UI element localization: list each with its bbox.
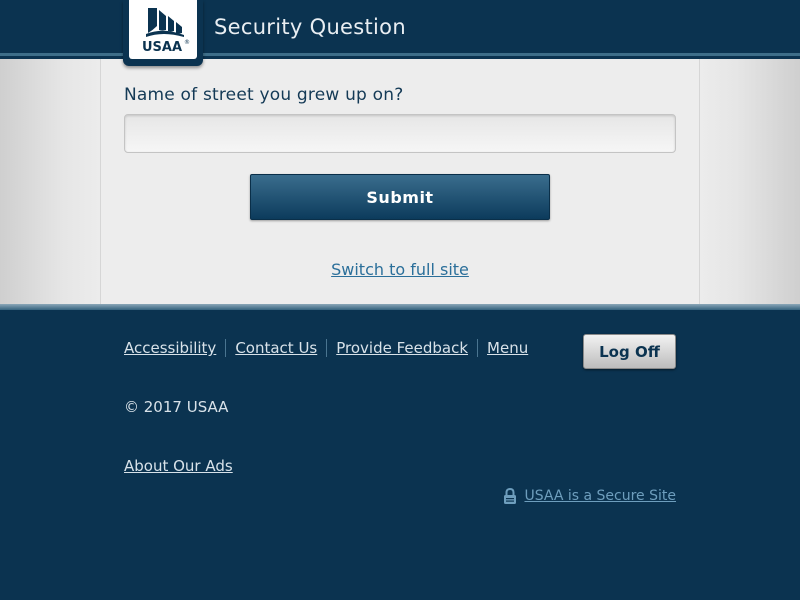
security-question-label: Name of street you grew up on? <box>124 85 404 105</box>
lock-icon <box>503 487 517 505</box>
log-off-button[interactable]: Log Off <box>583 334 676 369</box>
footer-link-provide-feedback[interactable]: Provide Feedback <box>336 339 468 357</box>
site-header: USAA ® Security Question <box>0 0 800 66</box>
page-title: Security Question <box>214 15 406 39</box>
svg-text:®: ® <box>184 39 190 46</box>
secure-site-notice: USAA is a Secure Site <box>503 487 676 505</box>
about-our-ads-link[interactable]: About Our Ads <box>124 457 233 475</box>
logo-badge: USAA ® <box>129 0 197 59</box>
footer-link-contact-us[interactable]: Contact Us <box>235 339 317 357</box>
footer-nav: Accessibility Contact Us Provide Feedbac… <box>124 338 528 358</box>
usaa-logo[interactable]: USAA ® <box>123 0 203 66</box>
usaa-eagle-icon: USAA ® <box>142 8 190 55</box>
submit-button[interactable]: Submit <box>250 174 550 220</box>
copyright-text: © 2017 USAA <box>124 398 229 416</box>
security-answer-input[interactable] <box>124 114 676 153</box>
footer-separator <box>477 339 479 357</box>
switch-full-site-link[interactable]: Switch to full site <box>331 260 469 279</box>
logo-text: USAA <box>142 40 182 55</box>
footer-link-accessibility[interactable]: Accessibility <box>124 339 216 357</box>
footer-link-menu[interactable]: Menu <box>487 339 528 357</box>
footer-separator <box>326 339 328 357</box>
footer-separator <box>225 339 227 357</box>
switch-full-site-link-row: Switch to full site <box>0 260 800 279</box>
secure-site-link[interactable]: USAA is a Secure Site <box>524 488 676 504</box>
